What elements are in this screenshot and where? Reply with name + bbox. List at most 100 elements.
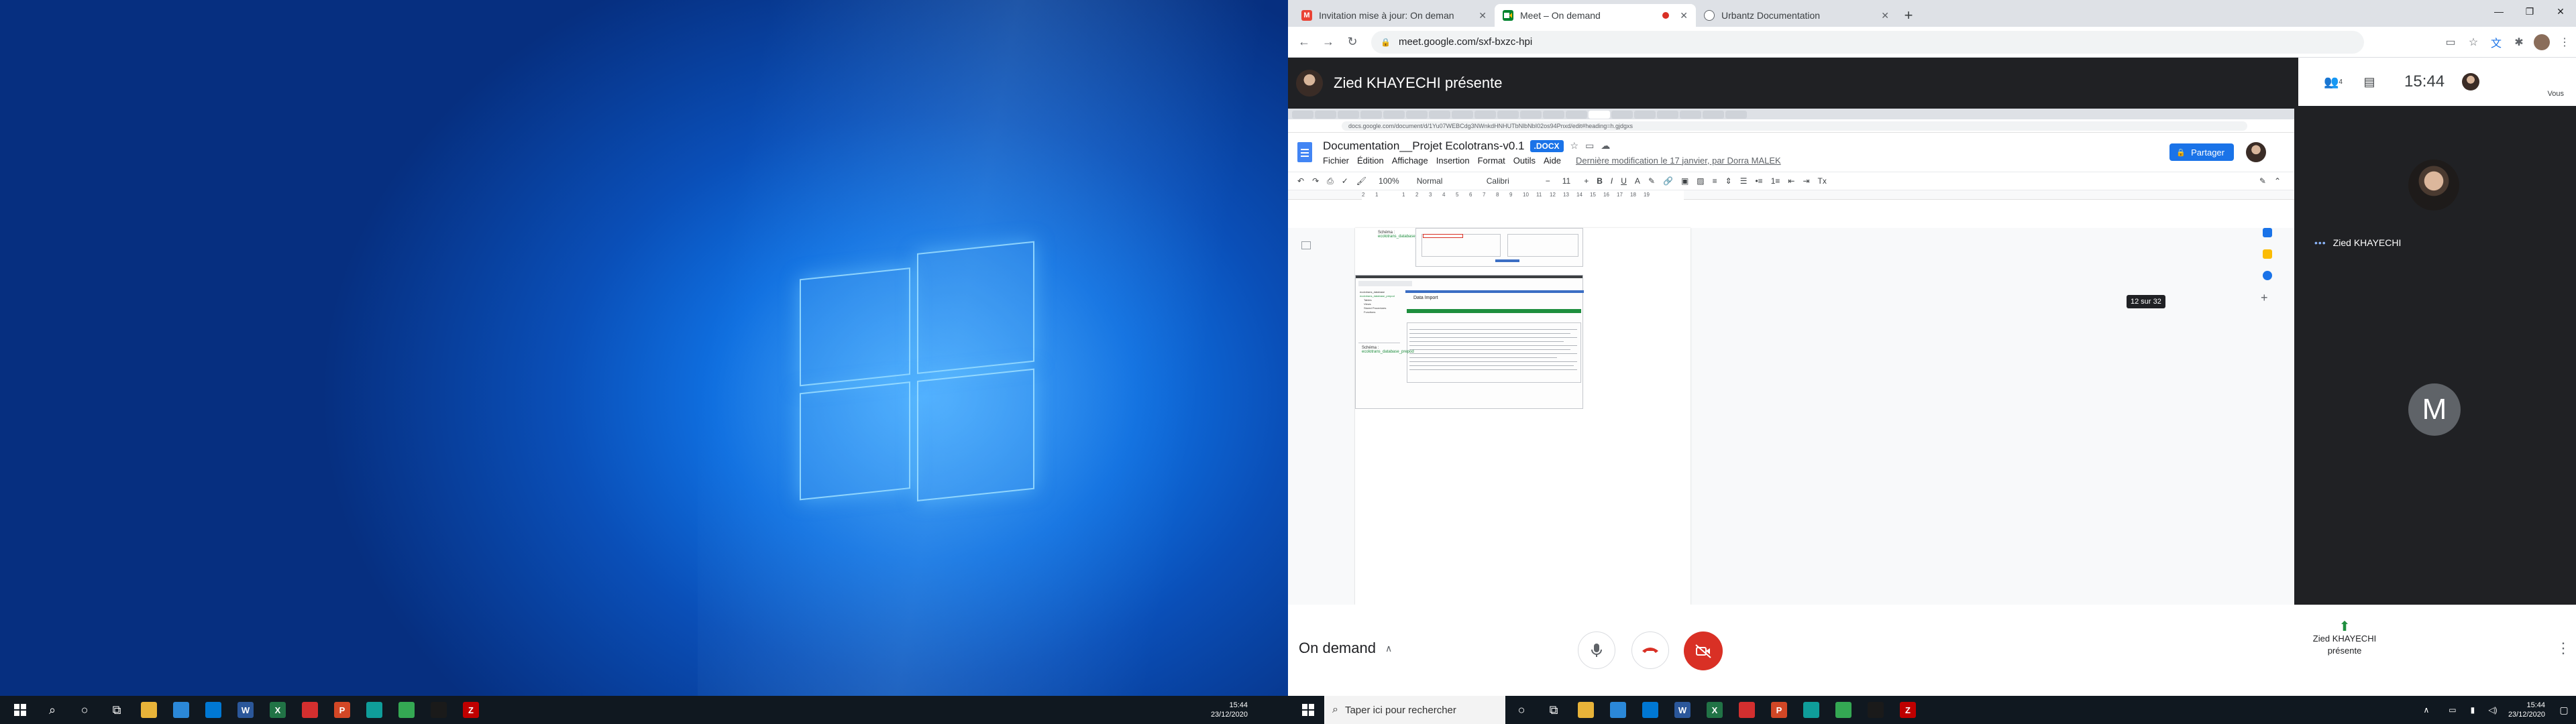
right-clock[interactable]: 15:44 23/12/2020 [2508, 701, 2545, 719]
taskbar-app-word[interactable]: W [229, 696, 262, 724]
restore-icon: ❐ [2525, 5, 2534, 17]
paint-format-icon: 🖌 [1356, 176, 1367, 186]
leave-call-button[interactable] [1631, 631, 1669, 669]
task-view-button[interactable]: ⧉ [101, 696, 133, 724]
present-screen-icon: ⬆ [2339, 619, 2351, 634]
close-window-button[interactable]: ✕ [2545, 0, 2576, 23]
minimize-button[interactable]: — [2483, 0, 2514, 23]
self-view[interactable] [2462, 73, 2480, 90]
right-taskbar: ⌕ Taper ici pour rechercher ○ ⧉ W X P Z ∧ ▭… [1288, 696, 2576, 724]
shared-tab-strip [1288, 109, 2294, 119]
microphone-button[interactable] [1578, 631, 1615, 669]
extensions-button[interactable]: ✱ [2508, 31, 2530, 54]
meeting-name: On demand [1299, 640, 1376, 656]
windows-logo-wallpaper [800, 241, 1034, 507]
participant-tile-m[interactable]: M [2294, 355, 2576, 605]
word-icon: W [237, 702, 254, 718]
taskbar-app-file-explorer[interactable] [1570, 696, 1602, 724]
taskbar-app-chrome[interactable] [390, 696, 423, 724]
tray-battery-button[interactable]: ▮ [2463, 696, 2483, 724]
tab-gmail-invitation[interactable]: M Invitation mise à jour: On deman ✕ [1293, 4, 1495, 27]
taskbar-app-edge[interactable] [358, 696, 390, 724]
camera-permission-button[interactable]: ▭ [2439, 31, 2462, 54]
lock-icon: 🔒 [2176, 148, 2186, 157]
camera-toggle-button[interactable] [1684, 631, 1723, 670]
browser-tab-strip: M Invitation mise à jour: On deman ✕ Mee… [1288, 0, 2576, 27]
tray-network-button[interactable]: ▭ [2443, 696, 2463, 724]
taskbar-app-excel[interactable]: X [262, 696, 294, 724]
taskbar-app-toad[interactable] [1860, 696, 1892, 724]
translate-extension-button[interactable]: 文 [2485, 31, 2508, 54]
chrome-icon [398, 702, 415, 718]
start-button[interactable] [4, 696, 36, 724]
notifications-button[interactable]: ▢ [2552, 696, 2576, 724]
participant-tile-zied[interactable]: ••• Zied KHAYECHI [2294, 109, 2576, 355]
cortana-button[interactable]: ○ [68, 696, 101, 724]
taskbar-app-powerpoint[interactable]: P [326, 696, 358, 724]
participants-button[interactable]: 👥 4 [2318, 67, 2348, 97]
style-select: Normal [1416, 176, 1443, 186]
taskbar-app-toad[interactable] [423, 696, 455, 724]
forward-button[interactable]: → [1316, 30, 1340, 54]
tab-meet-on-demand[interactable]: Meet – On demand ✕ [1495, 4, 1696, 27]
close-tab-icon[interactable]: ✕ [1680, 10, 1688, 21]
taskbar-app-excel[interactable]: X [1699, 696, 1731, 724]
google-docs-logo-icon [1297, 142, 1312, 162]
close-tab-icon[interactable]: ✕ [1881, 10, 1889, 21]
edge-icon [366, 702, 382, 718]
right-clock-date: 23/12/2020 [2508, 711, 2545, 719]
ruler-tick-label: 6 [1469, 192, 1472, 198]
camera-off-icon [1695, 644, 1711, 658]
tray-overflow-button[interactable]: ∧ [2410, 696, 2443, 724]
close-tab-icon[interactable]: ✕ [1479, 10, 1487, 21]
docs-side-panel [2263, 228, 2282, 292]
taskbar-app-mail[interactable] [197, 696, 229, 724]
reload-button[interactable]: ↻ [1340, 30, 1364, 54]
taskbar-app-filezilla[interactable]: Z [1892, 696, 1924, 724]
meeting-details-button[interactable]: On demand ∧ [1299, 640, 1392, 657]
browser-toolbar: ← → ↻ 🔒 meet.google.com/sxf-bxzc-hpi ▭ ☆… [1288, 27, 2576, 58]
taskbar-app-file-explorer[interactable] [133, 696, 165, 724]
ruler-tick-label: 12 [1550, 192, 1556, 198]
ruler-tick-label: 15 [1590, 192, 1596, 198]
dual-monitor-desktop: ⌕ ○ ⧉ WXPZ 15:44 23/12/2020 M Invitation… [0, 0, 2576, 724]
taskbar-search-box[interactable]: ⌕ Taper ici pour rechercher [1324, 696, 1505, 724]
taskbar-app-acrobat[interactable] [294, 696, 326, 724]
profile-button[interactable] [2530, 31, 2553, 54]
taskbar-app-chrome[interactable] [1827, 696, 1860, 724]
taskbar-app-acrobat[interactable] [1731, 696, 1763, 724]
presentation-status[interactable]: ⬆ Zied KHAYECHI présente [2301, 619, 2388, 657]
people-icon: 👥 [2324, 74, 2339, 88]
taskbar-app-powerpoint[interactable]: P [1763, 696, 1795, 724]
left-taskbar-apps: WX P Z [133, 696, 487, 724]
left-monitor-desktop: ⌕ ○ ⧉ WX P Z 15:44 23/12/2020 [0, 0, 1288, 724]
left-clock[interactable]: 15:44 23/12/2020 [1211, 701, 1248, 719]
search-button[interactable]: ⌕ [36, 696, 68, 724]
taskbar-app-word[interactable]: W [1666, 696, 1699, 724]
task-view-button[interactable]: ⧉ [1538, 696, 1570, 724]
browser-menu-button[interactable]: ⋮ [2553, 31, 2576, 54]
address-bar[interactable]: 🔒 meet.google.com/sxf-bxzc-hpi [1371, 30, 2364, 54]
tray-volume-button[interactable]: ◁) [2483, 696, 2503, 724]
taskbar-app-mail[interactable] [1634, 696, 1666, 724]
more-options-button[interactable]: ⋮ [2556, 640, 2571, 657]
bookmark-star-button[interactable]: ☆ [2462, 31, 2485, 54]
cortana-button[interactable]: ○ [1505, 696, 1538, 724]
windows-start-icon [14, 704, 26, 716]
start-button[interactable] [1292, 696, 1324, 724]
italic-icon: I [1610, 176, 1613, 186]
recording-indicator-icon [1662, 12, 1670, 19]
doc-page: Schéma : ecolotrans_database_prepod ecol… [1355, 228, 1690, 605]
taskbar-app-store[interactable] [165, 696, 197, 724]
tab-urbantz-documentation[interactable]: Urbantz Documentation ✕ [1696, 4, 1897, 27]
font-size-value: 11 [1562, 176, 1571, 186]
toad-icon [1868, 702, 1884, 718]
back-button[interactable]: ← [1292, 30, 1316, 54]
chat-button[interactable]: ▤ [2355, 67, 2384, 97]
taskbar-app-store[interactable] [1602, 696, 1634, 724]
new-tab-button[interactable]: + [1897, 4, 1920, 27]
link-icon: 🔗 [1663, 176, 1673, 186]
taskbar-app-filezilla[interactable]: Z [455, 696, 487, 724]
taskbar-app-edge[interactable] [1795, 696, 1827, 724]
maximize-button[interactable]: ❐ [2514, 0, 2545, 23]
